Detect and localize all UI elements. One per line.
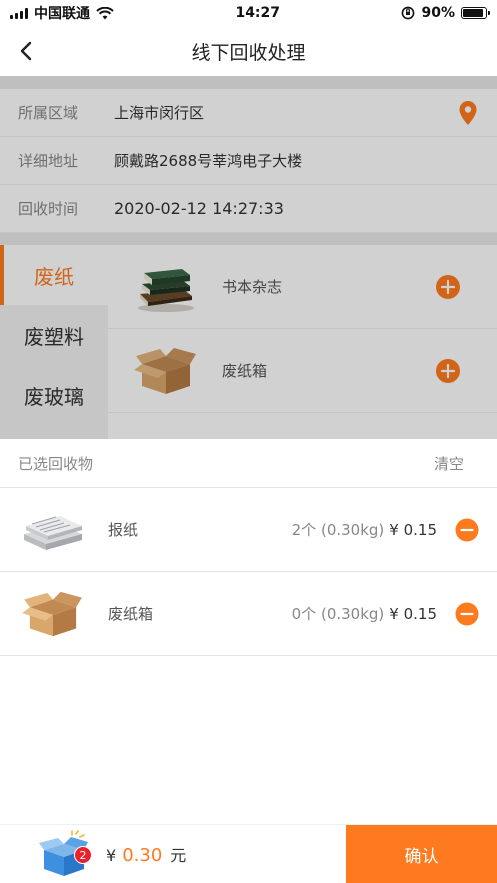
map-pin-icon[interactable]: [457, 100, 479, 126]
battery-icon: [461, 7, 490, 19]
product-name: 书本杂志: [222, 278, 283, 296]
add-button-books[interactable]: [435, 274, 461, 300]
product-item-books[interactable]: 书本杂志: [108, 245, 497, 329]
section-divider: [0, 233, 497, 245]
info-row-time[interactable]: 回收时间 2020-02-12 14:27:33: [0, 185, 497, 233]
cardboard-box-icon: [22, 591, 82, 636]
selected-item-name: 废纸箱: [108, 605, 154, 623]
signal-icon: [10, 7, 28, 19]
address-label: 详细地址: [18, 152, 79, 170]
category-area: 废纸 废塑料 废玻璃 书本杂志 废纸箱: [0, 245, 497, 439]
currency-symbol: ¥: [106, 846, 117, 865]
region-label: 所属区域: [18, 104, 79, 122]
region-value: 上海市闵行区: [114, 104, 205, 122]
product-name: 废纸箱: [222, 362, 268, 380]
category-list: 废纸 废塑料 废玻璃: [0, 245, 108, 439]
total-amount: ¥ 0.30 元: [106, 842, 186, 866]
selected-item-price: ¥ 0.15: [389, 604, 437, 623]
clear-button[interactable]: 清空: [434, 453, 479, 474]
nav-bar: 线下回收处理: [0, 26, 497, 76]
time-label: 回收时间: [18, 200, 79, 218]
selected-item-quantity: 0个 (0.30kg): [291, 605, 385, 623]
orientation-lock-icon: [402, 6, 415, 20]
status-bar: 中国联通 14:27 90%: [0, 0, 497, 26]
carrier-label: 中国联通: [34, 6, 90, 22]
product-item-cardboard[interactable]: 废纸箱: [108, 329, 497, 413]
wifi-icon: [96, 6, 114, 19]
cart-count-badge: 2: [74, 846, 92, 864]
page-title: 线下回收处理: [191, 41, 306, 64]
confirm-button[interactable]: 确认: [346, 825, 497, 883]
sheet-title: 已选回收物: [18, 454, 94, 473]
info-row-address[interactable]: 详细地址 顾戴路2688号莘鸿电子大楼: [0, 137, 497, 185]
category-waste-plastic[interactable]: 废塑料: [0, 305, 108, 365]
section-divider: [0, 76, 497, 89]
selected-item-quantity: 2个 (0.30kg): [291, 521, 385, 539]
battery-percent: 90%: [421, 5, 455, 21]
cardboard-box-icon: [134, 347, 196, 394]
status-time: 14:27: [235, 5, 281, 21]
total-value: 0.30: [122, 845, 163, 866]
books-icon: [138, 268, 194, 312]
status-right: 90%: [401, 5, 490, 21]
info-row-region[interactable]: 所属区域 上海市闵行区: [0, 89, 497, 137]
product-list: 书本杂志 废纸箱: [108, 245, 497, 413]
add-button-cardboard[interactable]: [435, 358, 461, 384]
category-waste-paper[interactable]: 废纸: [0, 245, 108, 305]
status-left: 中国联通: [10, 3, 114, 23]
category-waste-glass[interactable]: 废玻璃: [0, 365, 108, 425]
selected-items-sheet: 已选回收物 清空 报纸 2个 (0.30kg) ¥ 0.15 废纸箱 0个 (0…: [0, 439, 497, 824]
selected-item-name: 报纸: [108, 521, 139, 539]
selected-item-row: 报纸 2个 (0.30kg) ¥ 0.15: [0, 488, 497, 572]
currency-unit: 元: [170, 846, 187, 865]
sheet-header: 已选回收物 清空: [0, 439, 497, 488]
selected-item-price: ¥ 0.15: [389, 520, 437, 539]
main-content: 所属区域 上海市闵行区 详细地址 顾戴路2688号莘鸿电子大楼 回收时间 202…: [0, 76, 497, 439]
remove-button-newspaper[interactable]: [455, 518, 479, 542]
selected-item-row: 废纸箱 0个 (0.30kg) ¥ 0.15: [0, 572, 497, 656]
cart-icon[interactable]: 2: [38, 830, 92, 878]
address-value: 顾戴路2688号莘鸿电子大楼: [114, 152, 303, 170]
newspaper-icon: [24, 515, 82, 550]
footer-bar: 2 ¥ 0.30 元 确认: [0, 824, 497, 883]
time-value: 2020-02-12 14:27:33: [114, 199, 284, 218]
chevron-left-icon[interactable]: [14, 38, 40, 64]
remove-button-cardboard[interactable]: [455, 602, 479, 626]
